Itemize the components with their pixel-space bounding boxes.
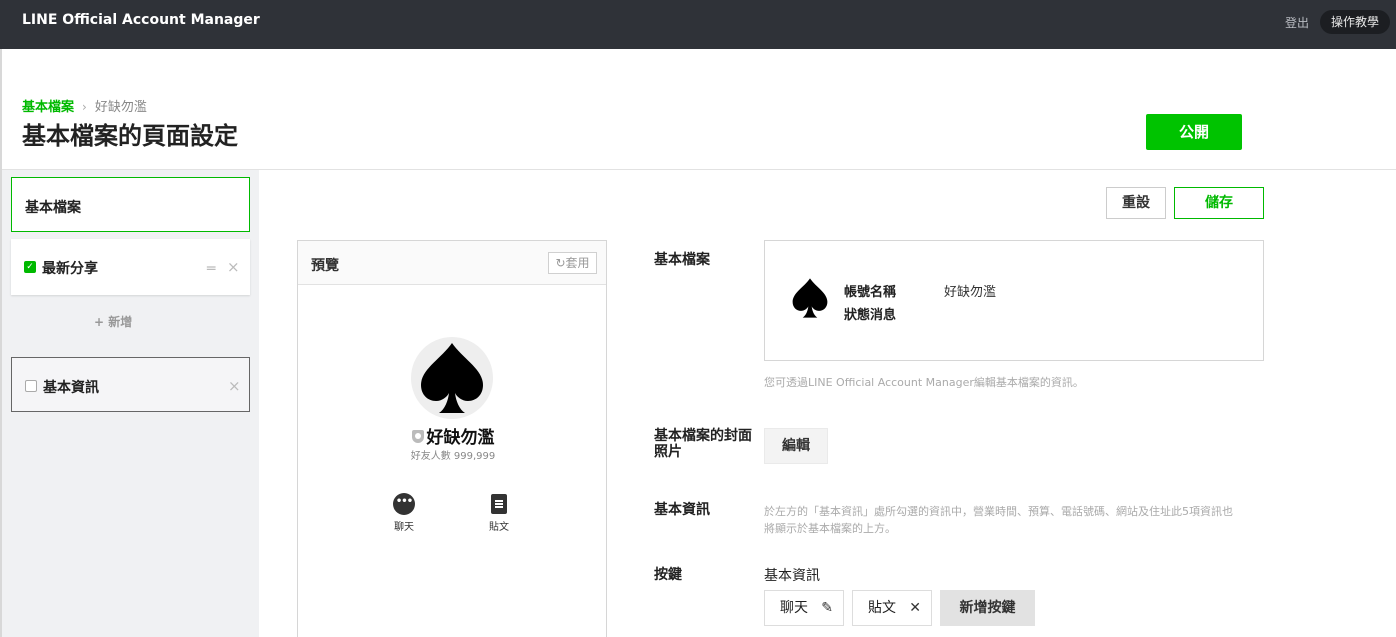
brand-logo[interactable]: LINE Official Account Manager <box>22 12 260 28</box>
add-section-button[interactable]: + 新增 <box>94 313 132 330</box>
checkbox-unchecked[interactable] <box>25 380 37 392</box>
preview-header: 預覽 ↻套用 <box>298 241 606 285</box>
chevron-right-icon: › <box>82 100 87 114</box>
sidebar-item-profile[interactable]: 基本檔案 <box>11 177 250 232</box>
buttons-field-label: 按鍵 <box>654 567 682 583</box>
spade-icon <box>421 343 483 413</box>
sidebar: 基本檔案 ✓ 最新分享 ═ × + 新增 基本資訊 × <box>2 170 259 637</box>
spade-icon <box>792 278 828 318</box>
drag-handle-icon[interactable]: ═ <box>207 261 215 277</box>
sidebar-item-latest-share[interactable]: ✓ 最新分享 ═ × <box>11 239 250 295</box>
preview-post-action: 貼文 <box>479 493 519 533</box>
chip-label: 貼文 <box>868 600 896 616</box>
breadcrumb-link[interactable]: 基本檔案 <box>22 100 74 115</box>
add-button-button[interactable]: 新增按鍵 <box>940 590 1035 626</box>
preview-account-name: 好缺勿濫 <box>298 423 608 448</box>
preview-title: 預覽 <box>311 258 339 274</box>
preview-chat-action: ••• 聊天 <box>384 493 424 533</box>
sidebar-item-label: 最新分享 <box>42 261 98 277</box>
basic-info-note: 於左方的「基本資訊」處所勾選的資訊中，營業時間、預算、電話號碼、網站及住址此5項… <box>764 505 1233 535</box>
logout-link[interactable]: 登出 <box>1285 14 1309 31</box>
profile-field-label: 基本檔案 <box>654 252 710 268</box>
save-button[interactable]: 儲存 <box>1174 187 1264 219</box>
help-button[interactable]: 操作教學 <box>1320 10 1390 34</box>
apply-button[interactable]: ↻套用 <box>548 252 597 274</box>
reset-button[interactable]: 重設 <box>1106 187 1166 219</box>
profile-info-box: 帳號名稱 好缺勿濫 狀態消息 <box>764 240 1264 361</box>
friend-count: 好友人數 999,999 <box>410 451 496 462</box>
sidebar-item-basic-info[interactable]: 基本資訊 × <box>11 357 250 412</box>
remove-icon[interactable]: × <box>228 377 241 395</box>
post-button-chip[interactable]: 貼文 ✕ <box>852 590 932 626</box>
status-message-label: 狀態消息 <box>844 308 897 323</box>
edit-cover-button[interactable]: 編輯 <box>764 428 828 464</box>
publish-button[interactable]: 公開 <box>1146 114 1242 150</box>
preview-panel: 預覽 ↻套用 好缺勿濫 好友人數 999,999 ••• 聊天 貼文 <box>297 240 607 637</box>
sidebar-item-label: 基本資訊 <box>43 380 99 396</box>
chat-button-chip[interactable]: 聊天 ✎ <box>764 590 844 626</box>
pencil-icon[interactable]: ✎ <box>821 591 833 625</box>
account-name-label: 帳號名稱 <box>844 285 897 300</box>
buttons-subtitle: 基本資訊 <box>764 568 820 584</box>
sidebar-item-label: 基本檔案 <box>25 200 81 216</box>
cover-photo-label: 基本檔案的封面 照片 <box>654 428 752 460</box>
remove-icon[interactable]: × <box>227 258 240 276</box>
chip-label: 聊天 <box>780 600 808 616</box>
checkbox-checked[interactable]: ✓ <box>24 261 36 273</box>
shield-icon <box>411 430 424 443</box>
breadcrumb: 基本檔案 › 好缺勿濫 <box>22 96 147 115</box>
chat-bubble-icon: ••• <box>393 493 415 515</box>
document-icon <box>491 494 507 514</box>
breadcrumb-current: 好缺勿濫 <box>94 100 147 115</box>
page-title: 基本檔案的頁面設定 <box>22 122 238 150</box>
close-icon[interactable]: ✕ <box>909 591 921 625</box>
basic-info-field-label: 基本資訊 <box>654 502 710 518</box>
avatar <box>411 337 493 419</box>
top-bar: LINE Official Account Manager 登出 操作教學 <box>0 0 1396 49</box>
profile-note: 您可透過LINE Official Account Manager編輯基本檔案的… <box>764 376 1084 389</box>
account-name-value: 好缺勿濫 <box>944 285 997 300</box>
